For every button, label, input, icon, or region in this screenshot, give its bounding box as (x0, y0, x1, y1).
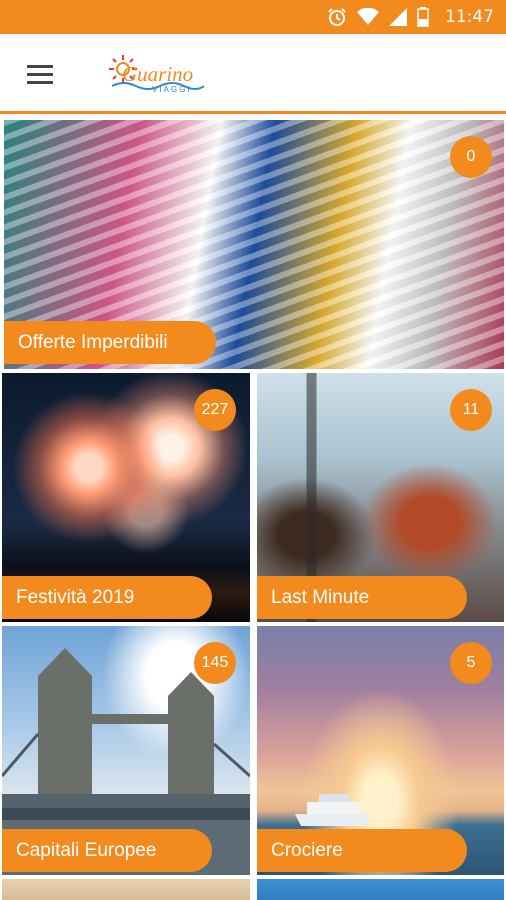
tile-capitali-europee[interactable]: 145 Capitali Europee (2, 626, 250, 875)
status-bar: 11:47 (0, 0, 506, 34)
tile-label: Festività 2019 (2, 576, 212, 619)
app-logo: Guarino VIAGGI (108, 52, 208, 98)
tile-festivita-2019[interactable]: 227 Festività 2019 (2, 373, 250, 622)
tile-offerte-imperdibili[interactable]: 0 Offerte Imperdibili (4, 120, 504, 369)
count-badge: 145 (194, 642, 236, 684)
status-time: 11:47 (445, 7, 494, 27)
tile-crociere[interactable]: 5 Crociere (257, 626, 504, 875)
count-badge: 227 (194, 389, 236, 431)
category-grid: 0 Offerte Imperdibili 227 Festività 2019… (0, 117, 506, 900)
logo-text: Guarino (122, 62, 194, 86)
count-badge: 0 (450, 136, 492, 178)
wifi-icon (357, 8, 379, 26)
tile-label: Offerte Imperdibili (4, 321, 216, 364)
tile-last-minute[interactable]: 11 Last Minute (257, 373, 504, 622)
signal-icon (389, 8, 407, 26)
tile-next-left[interactable] (2, 879, 250, 900)
app-bar: Guarino VIAGGI (0, 34, 506, 114)
tile-image (257, 879, 504, 900)
tile-image (2, 879, 250, 900)
alarm-icon (327, 7, 347, 27)
logo-subtitle: VIAGGI (152, 85, 192, 94)
hamburger-menu-icon[interactable] (14, 50, 66, 98)
tile-label: Capitali Europee (2, 829, 212, 872)
count-badge: 5 (450, 642, 492, 684)
tile-label: Crociere (257, 829, 467, 872)
tile-label: Last Minute (257, 576, 467, 619)
count-badge: 11 (450, 389, 492, 431)
tile-next-right[interactable] (257, 879, 504, 900)
battery-icon (417, 7, 429, 27)
